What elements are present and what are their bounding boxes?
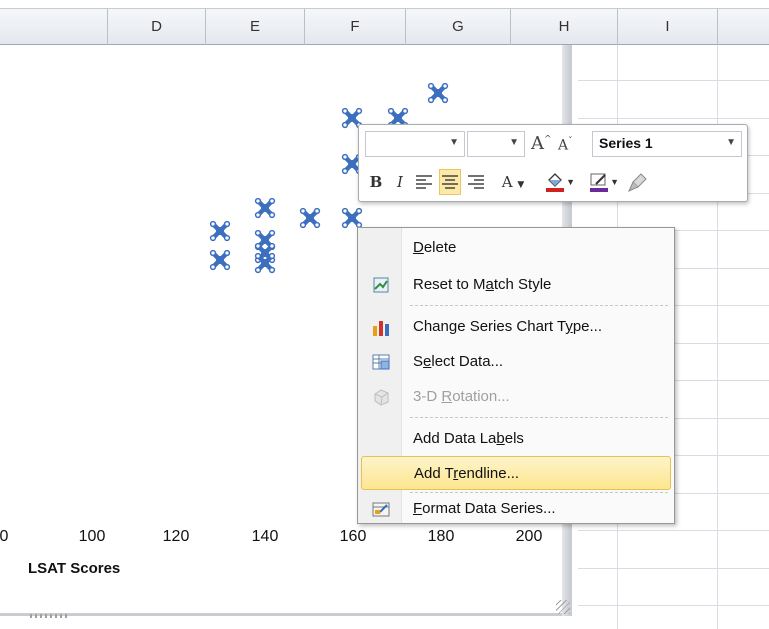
select-data-icon	[372, 354, 390, 370]
format-series-icon	[372, 502, 390, 517]
menu-item-format-data-series[interactable]: Format Data Series...	[361, 492, 671, 526]
paint-bucket-icon	[546, 173, 564, 192]
menu-item-add-trendline[interactable]: Add Trendline...	[361, 456, 671, 490]
menu-item-label: Select Data...	[413, 353, 504, 370]
reset-style-icon	[373, 277, 389, 293]
grow-font-button[interactable]: A^	[531, 133, 552, 154]
data-point	[429, 84, 448, 103]
mini-toolbar: ▼ ▼ A^ Aˇ Series 1 ▼ B I A ▼ ▼ ▼	[358, 124, 748, 202]
menu-separator	[410, 417, 668, 418]
menu-item-delete[interactable]: Delete	[361, 231, 671, 265]
menu-item-label: Reset to Match Style	[413, 276, 552, 293]
menu-item-label: Add Trendline...	[414, 465, 520, 482]
data-point	[343, 209, 362, 228]
format-painter-icon	[628, 173, 647, 192]
align-center-button[interactable]	[439, 169, 461, 195]
chart-type-icon	[373, 321, 389, 336]
menu-item-reset-to-match-style[interactable]: Reset to Match Style	[361, 268, 671, 302]
align-center-icon	[442, 175, 458, 189]
menu-item-select-data[interactable]: Select Data...	[361, 345, 671, 379]
menu-separator	[410, 305, 668, 306]
italic-button[interactable]: I	[389, 169, 411, 195]
shrink-font-button[interactable]: Aˇ	[558, 137, 573, 154]
menu-item-label: Delete	[413, 239, 457, 256]
bold-button[interactable]: B	[365, 169, 387, 195]
align-right-button[interactable]	[465, 169, 487, 195]
context-menu: Delete Reset to Match Style Change Serie…	[357, 227, 675, 524]
align-left-button[interactable]	[413, 169, 435, 195]
menu-item-label: Change Series Chart Type...	[413, 318, 602, 335]
font-color-button[interactable]: A ▼	[495, 169, 531, 195]
pen-outline-icon	[590, 173, 608, 192]
series-selector-dropdown[interactable]: Series 1 ▼	[592, 131, 742, 157]
rotation-3d-icon	[374, 389, 389, 406]
data-point	[301, 209, 320, 228]
align-right-icon	[468, 175, 484, 189]
fill-color-button[interactable]: ▼	[535, 169, 575, 195]
font-size-dropdown[interactable]: ▼	[467, 131, 525, 157]
align-left-icon	[416, 175, 432, 189]
outline-color-button[interactable]: ▼	[579, 169, 619, 195]
menu-item-label: 3-D Rotation...	[413, 388, 510, 405]
menu-item-add-data-labels[interactable]: Add Data Labels	[361, 422, 671, 456]
menu-item-label: Add Data Labels	[413, 430, 524, 447]
data-point	[211, 222, 230, 241]
menu-item-3d-rotation[interactable]: 3-D Rotation...	[361, 380, 671, 414]
series-selector-value: Series 1	[599, 135, 653, 151]
menu-item-label: Format Data Series...	[413, 500, 556, 517]
data-point	[256, 199, 275, 218]
font-name-dropdown[interactable]: ▼	[365, 131, 465, 157]
menu-item-change-series-chart-type[interactable]: Change Series Chart Type...	[361, 310, 671, 344]
data-point	[211, 251, 230, 270]
format-painter-button[interactable]	[623, 169, 653, 195]
